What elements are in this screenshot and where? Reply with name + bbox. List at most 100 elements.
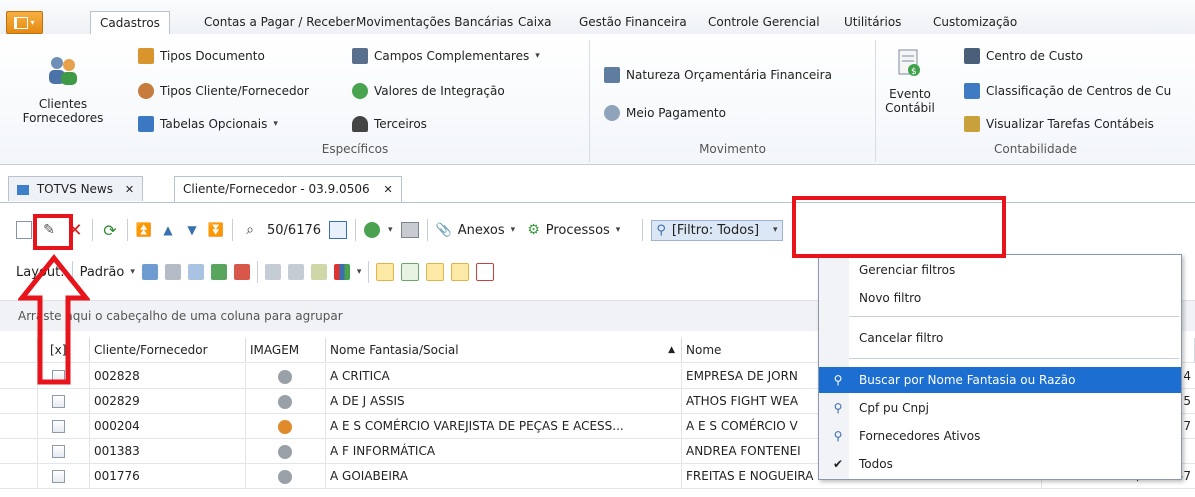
view-report-icon[interactable]: [476, 263, 495, 281]
filter-dropdown-button[interactable]: ⚲ [Filtro: Todos] ▾: [651, 219, 783, 241]
tipos-documento-item[interactable]: Tipos Documento: [138, 48, 265, 64]
new-record-icon[interactable]: [16, 221, 32, 239]
natureza-orcamentaria-item[interactable]: Natureza Orçamentária Financeira: [604, 67, 832, 83]
visualizar-tarefas-item[interactable]: Visualizar Tarefas Contábeis: [964, 116, 1154, 132]
menu-item-novo-filtro[interactable]: Novo filtro: [819, 285, 1181, 311]
anexos-button[interactable]: 📎 Anexos ▾: [436, 223, 516, 238]
previous-record-icon[interactable]: ▲: [160, 221, 176, 239]
app-menu-button[interactable]: ▾: [6, 11, 43, 34]
fantasia-cell: A E S COMÉRCIO VAREJISTA DE PEÇAS E ACES…: [326, 414, 682, 438]
close-icon[interactable]: ✕: [125, 183, 134, 196]
group-label-contabilidade: Contabilidade: [994, 142, 1077, 156]
tab-movimentacoes[interactable]: Movimentações Bancárias: [347, 11, 522, 33]
calendar-icon[interactable]: [329, 221, 348, 239]
columns-icon[interactable]: [264, 264, 281, 280]
last-record-icon[interactable]: ⏬: [208, 221, 224, 239]
classificacao-centros-item[interactable]: Classificação de Centros de Cu: [964, 83, 1171, 99]
app-menu-icon: [14, 16, 29, 29]
people-icon: [49, 57, 77, 85]
menu-item-cancelar-filtro[interactable]: Cancelar filtro: [819, 325, 1181, 351]
cliente-code-cell: 002829: [90, 389, 246, 413]
tab-cliente-fornecedor[interactable]: Cliente/Fornecedor - 03.9.0506 ✕: [174, 176, 402, 202]
layout-import-icon[interactable]: [210, 264, 227, 280]
column-header-fantasia[interactable]: Nome Fantasia/Social ▲: [326, 338, 682, 362]
meio-pagamento-label: Meio Pagamento: [626, 106, 726, 120]
column-header-imagem[interactable]: IMAGEM: [246, 338, 326, 362]
tab-totvs-news[interactable]: TOTVS News ✕: [8, 176, 144, 201]
toolbar-separator: [232, 219, 233, 241]
chevron-down-icon[interactable]: ▾: [388, 225, 393, 235]
format-icon[interactable]: [310, 264, 327, 280]
row-select-cell[interactable]: [38, 389, 90, 413]
tabelas-opcionais-item[interactable]: Tabelas Opcionais ▾: [138, 116, 278, 132]
chart-icon[interactable]: [333, 264, 350, 280]
row-select-cell[interactable]: [38, 414, 90, 438]
row-indicator[interactable]: [0, 464, 38, 488]
view-list-icon[interactable]: [376, 263, 395, 281]
person-icon: [138, 83, 154, 99]
row-select-cell[interactable]: [38, 464, 90, 488]
fantasia-cell: A F INFORMÁTICA: [326, 439, 682, 463]
chevron-down-icon[interactable]: ▾: [357, 267, 362, 277]
row-indicator[interactable]: [0, 439, 38, 463]
menu-item-label: Buscar por Nome Fantasia ou Razão: [859, 373, 1076, 387]
next-record-icon[interactable]: ▼: [184, 221, 200, 239]
row-checkbox[interactable]: [52, 470, 65, 483]
centro-custo-item[interactable]: Centro de Custo: [964, 48, 1083, 64]
column-header-cliente[interactable]: Cliente/Fornecedor: [90, 338, 246, 362]
campos-complementares-item[interactable]: Campos Complementares ▾: [352, 48, 540, 64]
check-icon: ✔: [832, 457, 844, 471]
funnel-icon: ⚲: [656, 222, 666, 238]
row-indicator[interactable]: [0, 389, 38, 413]
clientes-label: Clientes: [38, 97, 88, 111]
layout-export-icon[interactable]: [233, 264, 250, 280]
menu-separator: [849, 358, 1179, 359]
tab-cadastros[interactable]: Cadastros: [90, 11, 170, 36]
tab-utilitarios[interactable]: Utilitários: [835, 11, 910, 33]
person-avatar-icon: [278, 419, 292, 434]
refresh-icon[interactable]: ⟳: [101, 221, 119, 240]
tipos-documento-label: Tipos Documento: [160, 49, 265, 63]
tab-contas[interactable]: Contas a Pagar / Receber: [195, 11, 364, 33]
group-label-especificos: Específicos: [321, 142, 389, 156]
row-checkbox[interactable]: [52, 395, 65, 408]
first-record-icon[interactable]: ⏫: [136, 221, 152, 239]
tab-gestao[interactable]: Gestão Financeira: [570, 11, 696, 33]
menu-item-fornecedores-ativos[interactable]: ⚲ Fornecedores Ativos: [819, 423, 1181, 449]
fornecedores-label: Fornecedores: [22, 111, 104, 125]
person-avatar-icon: [278, 394, 292, 409]
meio-pagamento-item[interactable]: Meio Pagamento: [604, 105, 726, 121]
menu-item-gerenciar-filtros[interactable]: Gerenciar filtros: [819, 257, 1181, 283]
row-select-cell[interactable]: [38, 439, 90, 463]
tab-customizacao[interactable]: Customização: [924, 11, 1026, 33]
menu-item-todos[interactable]: ✔ Todos: [819, 451, 1181, 477]
menu-item-label: Novo filtro: [859, 291, 922, 305]
visualizar-tarefas-label: Visualizar Tarefas Contábeis: [986, 117, 1154, 131]
summary-icon[interactable]: [287, 264, 304, 280]
person-avatar-icon: [278, 469, 292, 484]
view-card-icon[interactable]: [426, 263, 445, 281]
close-icon[interactable]: ✕: [383, 183, 392, 196]
view-detail-icon[interactable]: [401, 263, 420, 281]
menu-item-cpf-cnpj[interactable]: ⚲ Cpf pu Cnpj: [819, 395, 1181, 421]
tab-caixa[interactable]: Caixa: [509, 11, 561, 33]
processos-button[interactable]: ⚙ Processos ▾: [527, 222, 620, 238]
tipos-cliente-item[interactable]: Tipos Cliente/Fornecedor: [138, 83, 309, 99]
clientes-fornecedores-button[interactable]: Clientes Fornecedores: [8, 40, 118, 150]
row-checkbox[interactable]: [52, 445, 65, 458]
tab-cliente-fornecedor-label: Cliente/Fornecedor - 03.9.0506: [183, 182, 370, 196]
view-form-icon[interactable]: [451, 263, 470, 281]
layout-grid-icon[interactable]: [187, 264, 204, 280]
layout-copy-icon[interactable]: [164, 264, 181, 280]
print-icon[interactable]: [400, 222, 419, 238]
binoculars-icon[interactable]: ⌕: [241, 221, 259, 239]
terceiros-item[interactable]: Terceiros: [352, 116, 427, 132]
export-icon[interactable]: [364, 222, 381, 238]
row-indicator[interactable]: [0, 414, 38, 438]
layout-save-icon[interactable]: [141, 264, 158, 280]
valores-integracao-item[interactable]: Valores de Integração: [352, 83, 505, 99]
evento-contabil-button[interactable]: $ Evento Contábil: [884, 48, 936, 115]
menu-item-buscar-nome[interactable]: ⚲ Buscar por Nome Fantasia ou Razão: [819, 367, 1181, 393]
row-checkbox[interactable]: [52, 420, 65, 433]
tab-controle[interactable]: Controle Gerencial: [699, 11, 829, 33]
